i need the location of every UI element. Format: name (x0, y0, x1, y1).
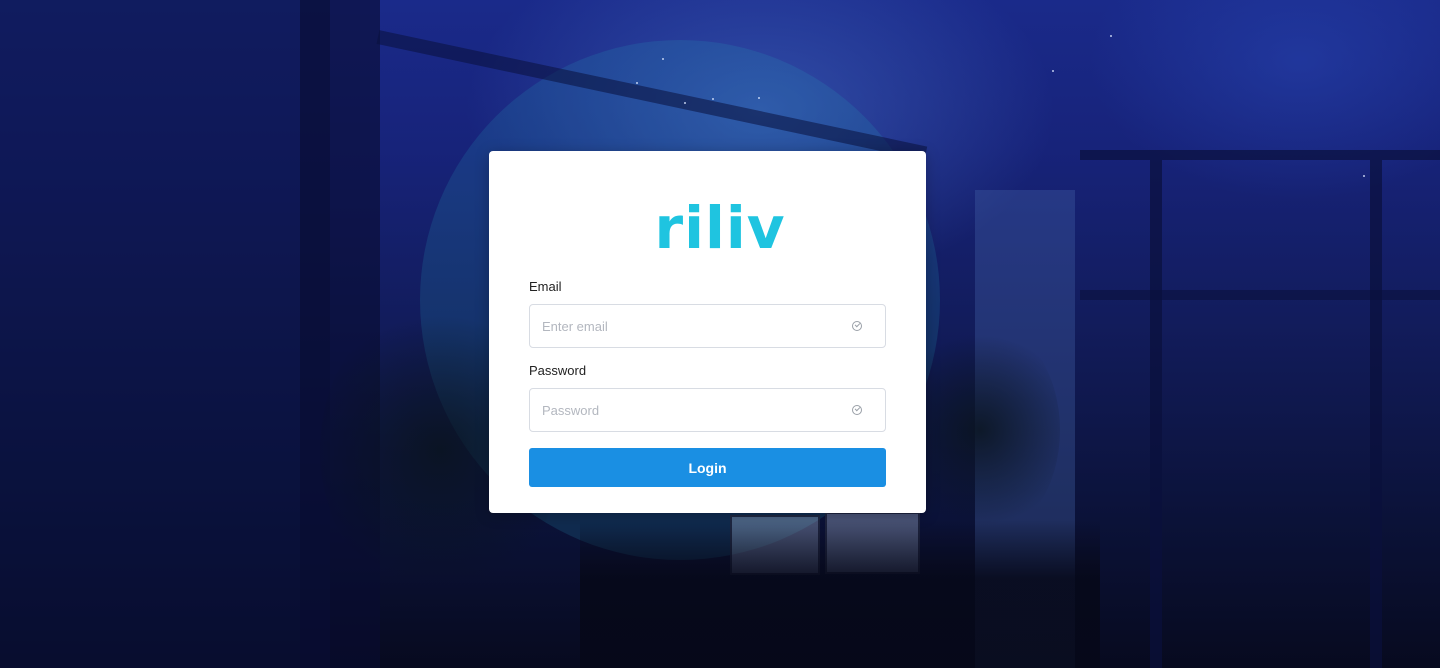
check-circle-icon (852, 405, 862, 415)
background-star (758, 97, 760, 99)
background-star (636, 82, 638, 84)
background-wall-left (0, 0, 330, 668)
background-star (1363, 175, 1365, 177)
background-star (712, 98, 714, 100)
background-star (1110, 35, 1112, 37)
background-star (662, 58, 664, 60)
riliv-logo: riliv (654, 194, 786, 262)
login-button[interactable]: Login (529, 448, 886, 487)
email-input[interactable] (529, 304, 886, 348)
background-window-bar (1080, 150, 1440, 160)
background-window-bar (1080, 290, 1440, 300)
background-star (684, 102, 686, 104)
background-desk (580, 520, 1100, 668)
password-input[interactable] (529, 388, 886, 432)
email-label: Email (529, 279, 562, 294)
check-circle-icon (852, 321, 862, 331)
password-label: Password (529, 363, 587, 378)
background-star (1052, 70, 1054, 72)
